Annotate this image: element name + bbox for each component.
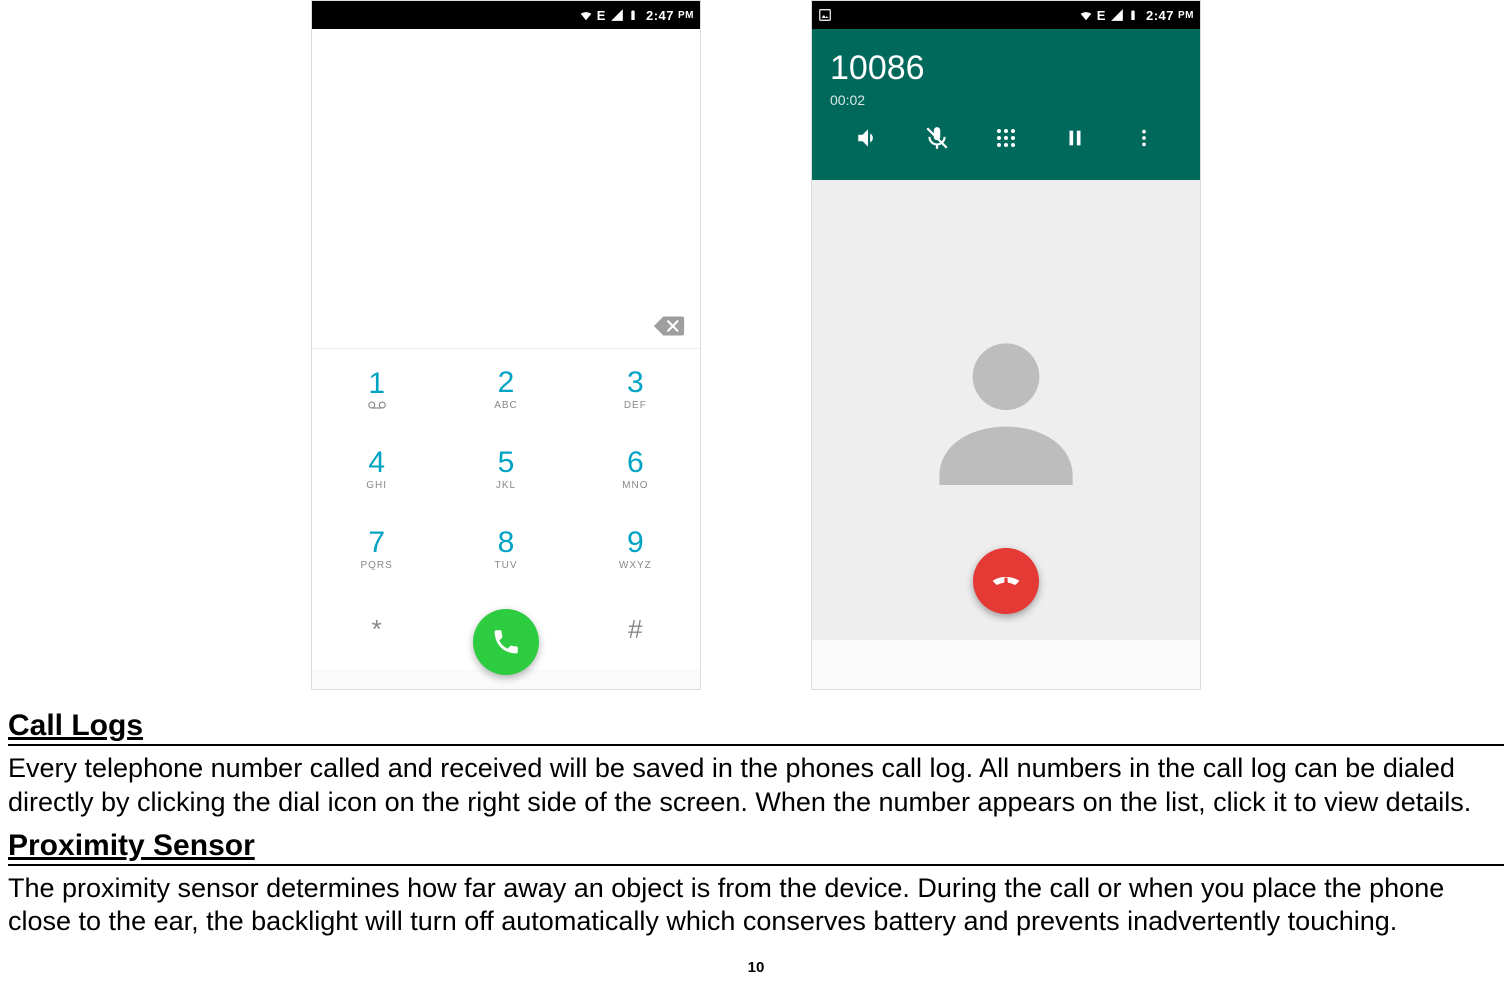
voicemail-icon (368, 401, 386, 409)
incall-timer: 00:02 (830, 92, 1182, 108)
screenshots-row: E 2:47 PM 1 2 (0, 0, 1512, 690)
page-root: E 2:47 PM 1 2 (0, 0, 1512, 984)
dialer-number-display (312, 29, 700, 349)
status-time: 2:47 (646, 8, 674, 23)
status-bar-left (818, 8, 832, 22)
hold-button[interactable] (1061, 124, 1089, 152)
heading-proximity-sensor: Proximity Sensor (8, 828, 1504, 866)
backspace-button[interactable] (652, 314, 686, 338)
status-time: 2:47 (1146, 8, 1174, 23)
key-5[interactable]: 5JKL (441, 429, 570, 509)
key-1[interactable]: 1 (312, 349, 441, 429)
key-pound[interactable]: # (571, 589, 700, 669)
paragraph-proximity-sensor: The proximity sensor determines how far … (8, 872, 1504, 940)
key-2[interactable]: 2ABC (441, 349, 570, 429)
signal-icon (610, 8, 624, 22)
incall-screenshot: E 2:47 PM 10086 00:02 (811, 0, 1201, 690)
mute-button[interactable] (923, 124, 951, 152)
wifi-icon (579, 8, 593, 22)
status-bar: E 2:47 PM (312, 1, 700, 29)
page-number: 10 (748, 959, 765, 976)
speaker-button[interactable] (854, 124, 882, 152)
more-button[interactable] (1130, 124, 1158, 152)
heading-call-logs: Call Logs (8, 708, 1504, 746)
battery-icon (628, 8, 642, 22)
contact-avatar (906, 310, 1106, 510)
document-text: Call Logs Every telephone number called … (0, 690, 1512, 939)
key-7[interactable]: 7PQRS (312, 509, 441, 589)
dial-button[interactable] (473, 609, 539, 675)
network-type: E (597, 8, 606, 23)
status-bar-right: E 2:47 PM (579, 8, 694, 23)
incall-number: 10086 (830, 49, 1182, 88)
paragraph-call-logs: Every telephone number called and receiv… (8, 752, 1504, 820)
incall-action-row (830, 108, 1182, 170)
status-bar: E 2:47 PM (812, 1, 1200, 29)
end-call-button[interactable] (973, 548, 1039, 614)
incall-header: 10086 00:02 (812, 29, 1200, 180)
key-6[interactable]: 6MNO (571, 429, 700, 509)
key-9[interactable]: 9WXYZ (571, 509, 700, 589)
dialer-screenshot: E 2:47 PM 1 2 (311, 0, 701, 690)
key-3[interactable]: 3DEF (571, 349, 700, 429)
signal-icon (1110, 8, 1124, 22)
dialpad-button[interactable] (992, 124, 1020, 152)
image-icon (818, 8, 832, 22)
network-type: E (1097, 8, 1106, 23)
status-period: PM (1178, 10, 1194, 21)
key-star[interactable]: * (312, 589, 441, 669)
incall-body (812, 180, 1200, 640)
status-period: PM (678, 10, 694, 21)
status-bar-right: E 2:47 PM (1079, 8, 1194, 23)
wifi-icon (1079, 8, 1093, 22)
battery-icon (1128, 8, 1142, 22)
key-8[interactable]: 8TUV (441, 509, 570, 589)
key-4[interactable]: 4GHI (312, 429, 441, 509)
